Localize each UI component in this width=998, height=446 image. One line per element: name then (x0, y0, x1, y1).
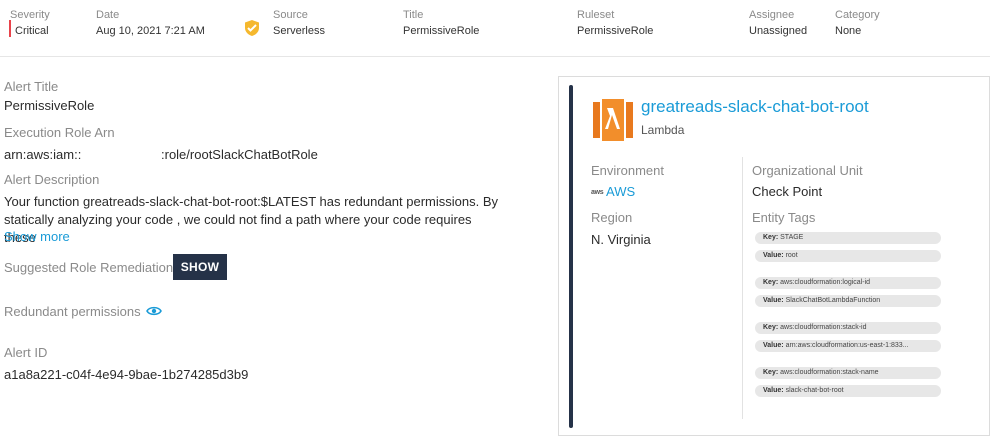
tag-value: Value: root (755, 250, 941, 262)
lambda-icon (593, 99, 633, 141)
ruleset-field: Ruleset PermissiveRole (577, 8, 653, 38)
source-field: Source Serverless (273, 8, 325, 38)
tag-key: Key: aws:cloudformation:stack-name (755, 367, 941, 379)
role-arn-label: Execution Role Arn (4, 125, 115, 140)
severity-field: Severity Critical (10, 8, 50, 38)
role-arn-prefix: arn:aws:iam:: (4, 147, 82, 162)
category-label: Category (835, 9, 880, 21)
show-more-link[interactable]: Show more (4, 229, 70, 244)
entity-name-link[interactable]: greatreads-slack-chat-bot-root (641, 97, 869, 117)
tag-key: Key: aws:cloudformation:stack-id (755, 322, 941, 334)
entity-card: greatreads-slack-chat-bot-root Lambda En… (558, 76, 990, 436)
tag-key: Key: aws:cloudformation:logical-id (755, 277, 941, 289)
ruleset-value: PermissiveRole (577, 25, 654, 37)
environment-label: Environment (591, 163, 664, 178)
severity-value: Critical (15, 25, 49, 37)
card-accent-bar (569, 85, 573, 428)
alert-header: Severity Critical Date Aug 10, 2021 7:21… (0, 0, 998, 57)
alert-description-text: Your function greatreads-slack-chat-bot-… (4, 194, 499, 245)
title-field: Title PermissiveRole (403, 8, 479, 38)
category-field: Category None (835, 8, 880, 38)
tag-key: Key: STAGE (755, 232, 941, 244)
show-remediation-button[interactable]: SHOW (173, 254, 227, 280)
severity-label: Severity (10, 9, 50, 21)
org-unit-value: Check Point (752, 184, 823, 199)
assignee-value[interactable]: Unassigned (749, 24, 807, 38)
tag-value: Value: slack-chat-bot-root (755, 385, 941, 397)
serverless-shield-icon (245, 20, 259, 36)
region-value: N. Virginia (591, 232, 651, 247)
date-value: Aug 10, 2021 7:21 AM (96, 25, 205, 37)
alert-id-value: a1a8a221-c04f-4e94-9bae-1b274285d3b9 (4, 367, 249, 382)
region-label: Region (591, 210, 633, 225)
alert-title-value: PermissiveRole (4, 98, 95, 113)
header-divider (0, 56, 990, 57)
title-value: PermissiveRole (403, 25, 480, 37)
assignee-field[interactable]: Assignee Unassigned (749, 8, 807, 38)
category-value: None (835, 25, 862, 37)
entity-tags-label: Entity Tags (752, 210, 816, 225)
entity-type: Lambda (641, 123, 685, 137)
alert-description-label: Alert Description (4, 172, 100, 187)
aws-logo-icon: aws (591, 189, 604, 196)
role-arn-suffix: :role/rootSlackChatBotRole (161, 147, 318, 162)
redundant-permissions-label: Redundant permissions (4, 304, 141, 319)
source-value: Serverless (273, 25, 325, 37)
tag-value: Value: SlackChatBotLambdaFunction (755, 295, 941, 307)
alert-id-label: Alert ID (4, 345, 48, 360)
date-field: Date Aug 10, 2021 7:21 AM (96, 8, 205, 38)
assignee-label: Assignee (749, 9, 795, 21)
source-label: Source (273, 9, 308, 21)
ruleset-label: Ruleset (577, 9, 615, 21)
title-label: Title (403, 9, 424, 21)
remediation-label: Suggested Role Remediation (4, 260, 174, 275)
tag-value: Value: arn:aws:cloudformation:us-east-1:… (755, 340, 941, 352)
date-label: Date (96, 9, 120, 21)
eye-icon[interactable] (146, 305, 162, 317)
environment-value-link[interactable]: AWS (606, 184, 635, 199)
org-unit-label: Organizational Unit (752, 163, 863, 178)
card-column-divider (742, 157, 743, 419)
alert-title-label: Alert Title (4, 79, 59, 94)
